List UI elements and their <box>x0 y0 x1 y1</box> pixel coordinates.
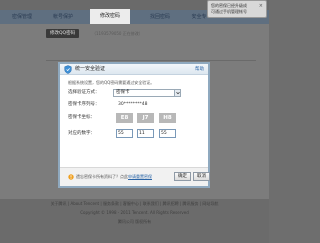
ok-button[interactable]: 确定 <box>174 172 191 181</box>
tooltip-line2: 可通过手机管理帐号 <box>211 9 247 14</box>
tab-recover-password[interactable]: 找回密码 <box>139 10 181 24</box>
card-serial-value: 30********48 <box>118 102 148 107</box>
tooltip-close-icon[interactable]: × <box>259 3 263 9</box>
footer-hint: 遗忘密保卡所有资料了？点此申请重置密保 <box>76 173 152 181</box>
chevron-down-icon[interactable] <box>174 90 180 96</box>
digit-input-2[interactable]: 11 <box>137 129 154 138</box>
dialog-header: 统一安全验证 帮助 <box>60 64 208 75</box>
digit-label: 对应的数字： <box>68 131 95 136</box>
digit-input-3[interactable]: 55 <box>159 129 176 138</box>
verify-method-label: 选择验证方式： <box>68 90 100 95</box>
page-title: 修改QQ密码 <box>46 29 80 38</box>
info-icon <box>68 174 74 180</box>
coord-box-2: J7 <box>137 113 154 123</box>
digit-input-1[interactable]: 55 <box>116 129 133 138</box>
tab-account-protection[interactable]: 帐号保护 <box>42 10 84 24</box>
page-title-bar: 修改QQ密码 （1193579050 正在修改） <box>46 29 256 38</box>
tab-security-management[interactable]: 密保管理 <box>8 10 36 24</box>
coord-box-1: E8 <box>116 113 133 123</box>
coord-box-3: H8 <box>159 113 176 123</box>
security-verify-dialog: 统一安全验证 帮助 根据系统设置，您的QQ密码需要通过安全验证。 选择验证方式：… <box>58 62 210 188</box>
dialog-title: 统一安全验证 <box>75 66 106 72</box>
page-title-note: （1193579050 正在修改） <box>92 31 143 36</box>
coord-label: 密保卡坐标： <box>68 115 95 120</box>
footer-copyright: Copyright © 1998 - 2011 Tencent. All Rig… <box>80 210 189 215</box>
help-link[interactable]: 帮助 <box>195 64 204 75</box>
shield-icon <box>64 65 72 74</box>
verify-method-select[interactable]: 密保卡 <box>113 89 181 97</box>
page-footer: 关于腾讯 | About Tencent | 服务条款 | 客服中心 | 联系我… <box>0 199 269 243</box>
footer-links: 关于腾讯 | About Tencent | 服务条款 | 客服中心 | 联系我… <box>50 201 219 206</box>
notice-tooltip: 您的密保已经升级成 可通过手机管理帐号 × <box>207 0 267 18</box>
footer-company: 腾讯公司 版权所有 <box>117 219 152 224</box>
footer-hint-text: 遗忘密保卡所有资料了？点此 <box>76 174 128 179</box>
tab-change-password[interactable]: 修改密码 <box>90 9 130 24</box>
dialog-description: 根据系统设置，您的QQ密码需要通过安全验证。 <box>68 80 155 85</box>
verify-method-value: 密保卡 <box>116 90 130 95</box>
divider <box>46 60 256 61</box>
cancel-button[interactable]: 取消 <box>193 172 210 181</box>
reset-card-link[interactable]: 申请重置密保 <box>128 174 152 179</box>
dialog-footer: 遗忘密保卡所有资料了？点此申请重置密保 确定 取消 <box>60 167 210 186</box>
card-serial-label: 密保卡序列号： <box>68 102 100 107</box>
